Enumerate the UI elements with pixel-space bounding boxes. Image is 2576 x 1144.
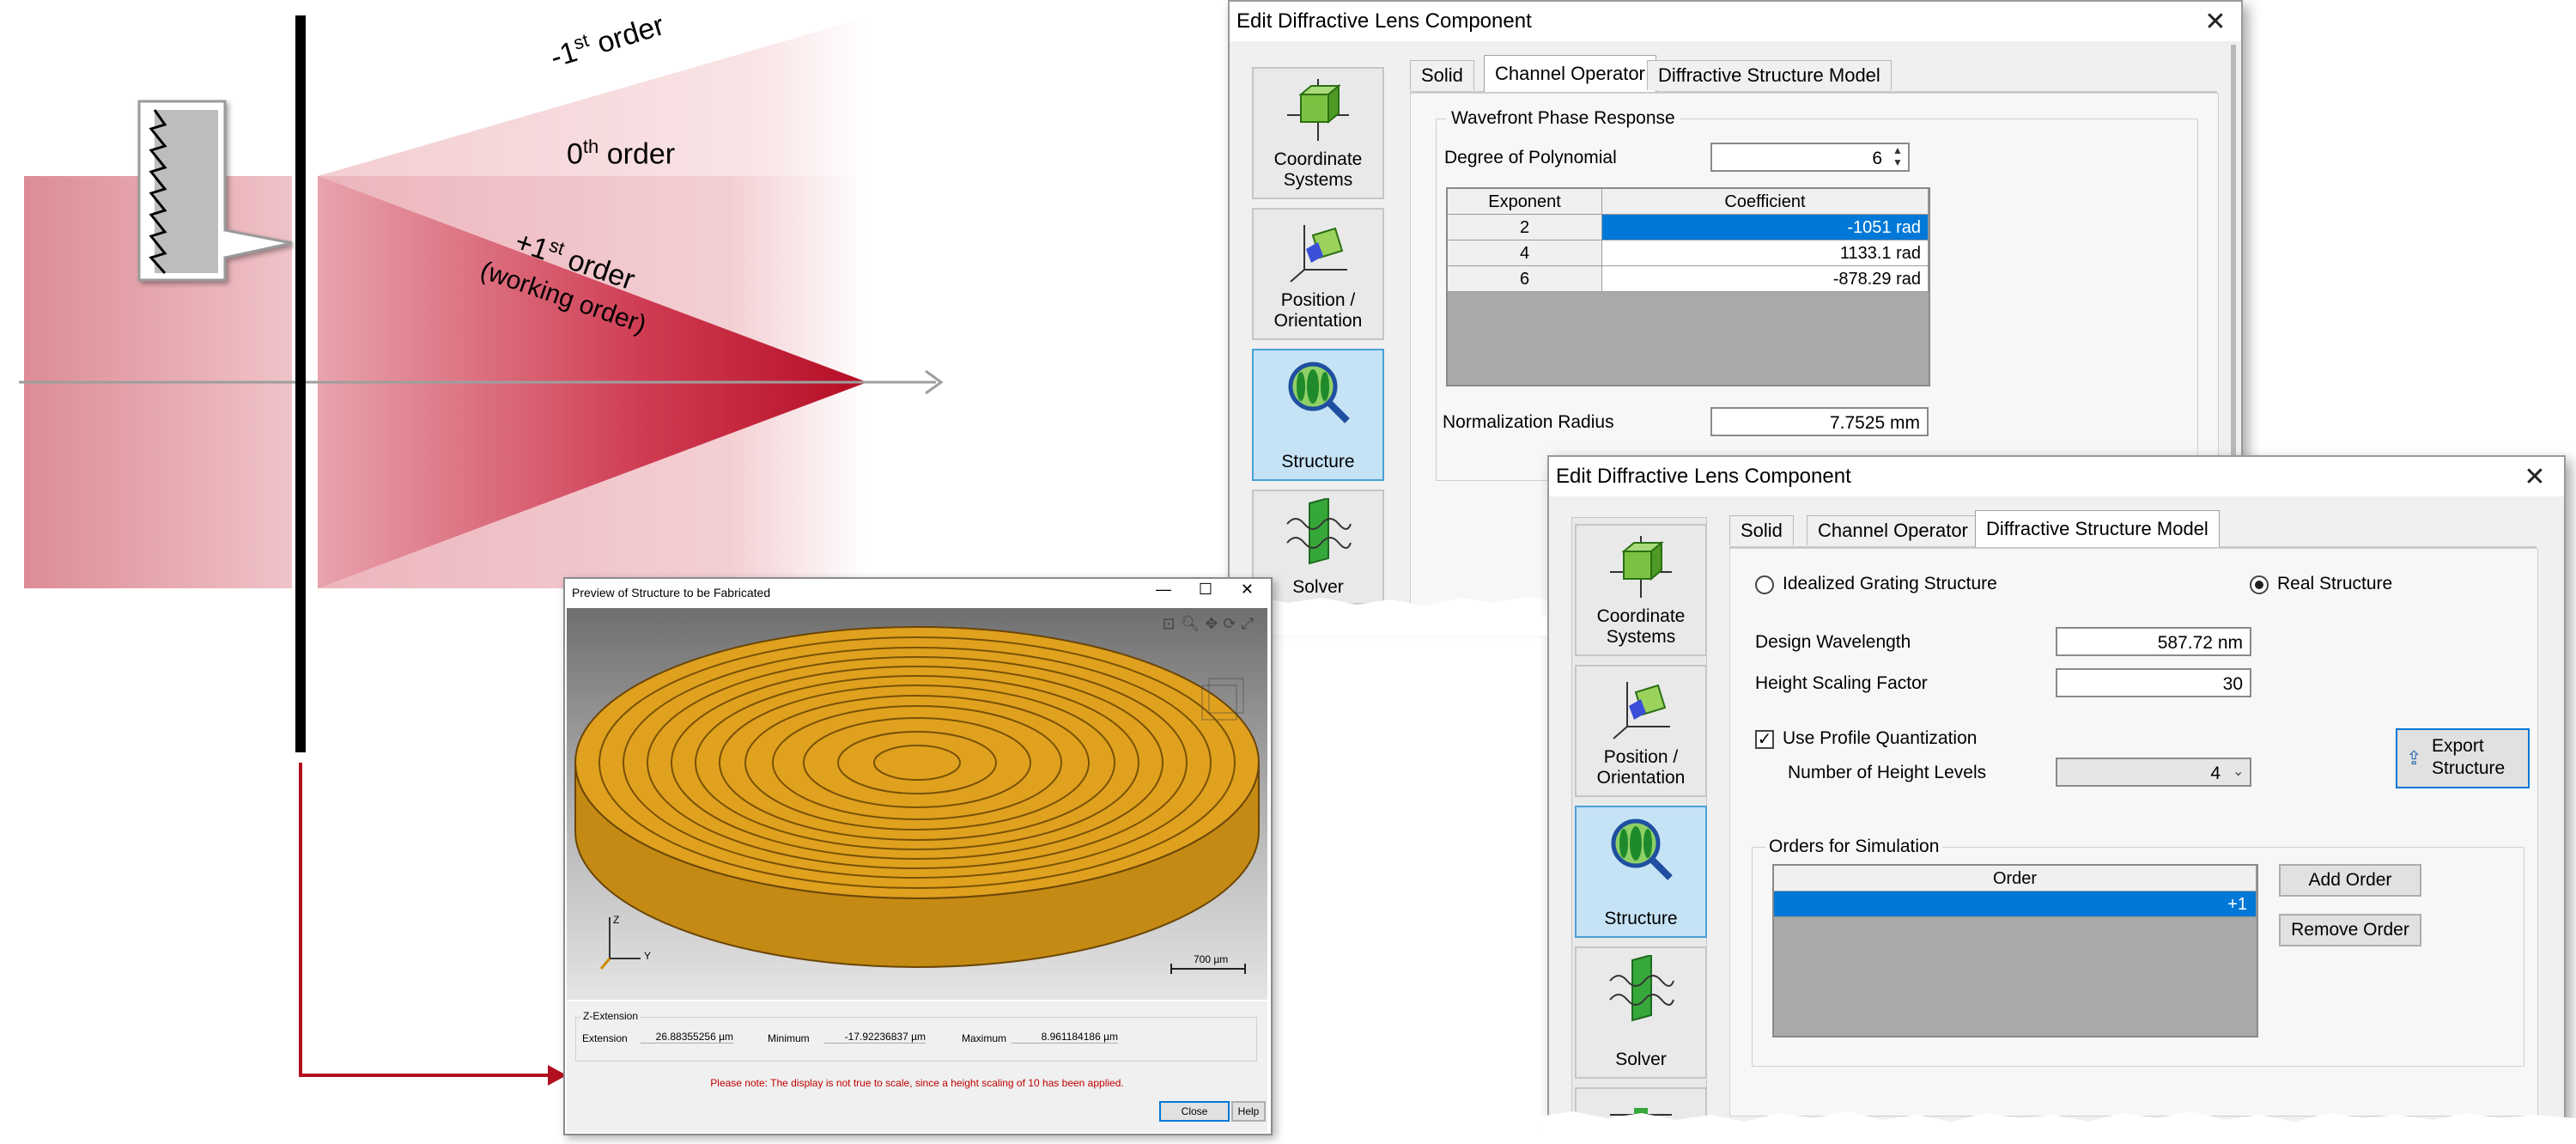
maximum-label: Maximum [962, 1032, 1007, 1044]
dialog-title: Edit Diffractive Lens Component [1549, 457, 2564, 496]
close-button[interactable]: Close [1159, 1101, 1230, 1122]
position-orientation-icon [1613, 682, 1670, 739]
minimum-label: Minimum [768, 1032, 810, 1044]
scale-bar-label: 700 µm [1194, 953, 1229, 965]
radio-idealized-grating[interactable] [1755, 575, 1774, 594]
viewport-toolbar: ⊡🔍︎✥⟳⤢ [1162, 615, 1259, 633]
extension-label: Extension [582, 1032, 628, 1044]
help-button[interactable]: Help [1231, 1101, 1266, 1122]
zoom-fit-icon[interactable]: ⊡ [1162, 615, 1180, 632]
coordinate-systems-icon [1610, 536, 1672, 598]
coefficient-cell[interactable]: -1051 rad [1602, 215, 1929, 240]
exponent-cell: 6 [1448, 266, 1602, 292]
maximize-icon[interactable]: ☐ [1199, 581, 1212, 599]
minimize-icon[interactable]: — [1156, 581, 1171, 599]
axis-z-label: Z [613, 914, 620, 926]
tab-channel-operator[interactable]: Channel Operator [1484, 55, 1656, 92]
tab-diffractive-structure-model[interactable]: Diffractive Structure Model [1975, 510, 2220, 547]
order-row[interactable]: +1 [1774, 891, 2257, 917]
chevron-down-icon[interactable]: ⌄ [2233, 763, 2244, 780]
coordinate-systems-icon [1287, 79, 1349, 141]
sidebar-item-solver[interactable]: Solver [1575, 946, 1707, 1079]
fullscreen-icon[interactable]: ⤢ [1242, 615, 1259, 632]
height-scaling-label: Height Scaling Factor [1755, 673, 1928, 693]
structure-icon [1288, 362, 1350, 423]
close-icon[interactable]: ✕ [2518, 460, 2552, 495]
coefficient-cell[interactable]: 1133.1 rad [1602, 240, 1929, 266]
rotate-icon[interactable]: ⟳ [1224, 615, 1242, 632]
exponent-cell: 4 [1448, 240, 1602, 266]
dialog-title: Edit Diffractive Lens Component [1230, 2, 2241, 41]
export-icon: ⇪ [2406, 747, 2422, 769]
sidebar-item-coordinate-systems[interactable]: Coordinate Systems [1575, 524, 1707, 656]
design-wavelength-label: Design Wavelength [1755, 632, 1911, 652]
close-icon[interactable]: ✕ [2198, 5, 2233, 40]
normalization-radius-label: Normalization Radius [1443, 412, 1614, 432]
tab-bar: Solid Channel Operator Diffractive Struc… [1729, 510, 2537, 548]
torn-edge [1539, 1111, 2576, 1144]
header-coefficient: Coefficient [1602, 189, 1929, 215]
use-profile-quantization-label: Use Profile Quantization [1783, 728, 1978, 748]
tab-solid[interactable]: Solid [1729, 515, 1794, 545]
zoom-icon[interactable]: 🔍︎ [1181, 615, 1206, 632]
coefficient-table: Exponent Coefficient 2 -1051 rad 4 1133.… [1446, 187, 1930, 386]
degree-label: Degree of Polynomial [1444, 148, 1617, 167]
label-zeroth-order: 0th order [567, 136, 676, 171]
coefficient-cell[interactable]: -878.29 rad [1602, 266, 1929, 292]
sidebar-item-position-orientation[interactable]: Position / Orientation [1575, 665, 1707, 797]
orders-header: Order [1774, 866, 2257, 891]
spin-arrows-icon[interactable]: ▲ ▼ [1887, 144, 1908, 170]
preview-window: Preview of Structure to be Fabricated — … [563, 577, 1273, 1135]
preview-title: Preview of Structure to be Fabricated [572, 586, 771, 599]
height-levels-label: Number of Height Levels [1788, 763, 1987, 782]
close-icon[interactable]: ✕ [1241, 581, 1254, 599]
sidebar-item-coordinate-systems[interactable]: Coordinate Systems [1252, 67, 1384, 199]
design-wavelength-field[interactable]: 587.72 nm [2056, 627, 2251, 656]
fabrication-arrow [299, 763, 550, 1077]
tab-diffractive-structure-model[interactable]: Diffractive Structure Model [1647, 60, 1892, 90]
lens-plane [295, 15, 306, 752]
pan-icon[interactable]: ✥ [1205, 615, 1223, 632]
tab-channel-operator[interactable]: Channel Operator [1807, 515, 1979, 545]
structure-icon [1611, 818, 1673, 880]
orders-group-title: Orders for Simulation [1765, 835, 1943, 859]
torn-edge-left [1494, 613, 1547, 636]
solver-icon [1609, 955, 1674, 1022]
remove-order-button[interactable]: Remove Order [2279, 914, 2421, 946]
z-extension-title: Z-Extension [580, 1010, 641, 1022]
degree-spinbox[interactable]: 6 [1710, 143, 1910, 172]
solver-icon [1286, 498, 1352, 565]
height-scaling-field[interactable]: 30 [2056, 668, 2251, 697]
minimum-value: -17.92236837 µm [824, 1031, 926, 1044]
sidebar-item-position-orientation[interactable]: Position / Orientation [1252, 208, 1384, 340]
use-profile-quantization-checkbox[interactable]: ✓ [1755, 730, 1774, 749]
radio-real-label: Real Structure [2277, 574, 2393, 593]
add-order-button[interactable]: Add Order [2279, 864, 2421, 897]
radio-real-structure[interactable] [2250, 575, 2269, 594]
normalization-radius-field[interactable]: 7.7525 mm [1710, 407, 1929, 436]
z-extension-panel: Z-Extension Extension 26.88355256 µm Min… [567, 1001, 1267, 1132]
header-exponent: Exponent [1448, 189, 1602, 215]
radio-idealized-label: Idealized Grating Structure [1783, 574, 1997, 593]
height-levels-dropdown[interactable]: 4 [2056, 758, 2251, 787]
tab-solid[interactable]: Solid [1410, 60, 1474, 90]
sidebar-item-structure[interactable]: Structure [1252, 349, 1384, 481]
extension-value: 26.88355256 µm [641, 1031, 733, 1044]
sidebar-item-structure[interactable]: Structure [1575, 806, 1707, 938]
orders-table: Order +1 [1772, 864, 2258, 1038]
position-orientation-icon [1290, 225, 1347, 283]
export-structure-button[interactable]: ⇪ Export Structure [2396, 728, 2530, 788]
scaling-note: Please note: The display is not true to … [710, 1077, 1124, 1089]
axis-y-label: Y [644, 950, 652, 962]
wavefront-phase-title: Wavefront Phase Response [1446, 106, 1680, 131]
exponent-cell: 2 [1448, 215, 1602, 240]
maximum-value: 8.961184186 µm [1012, 1031, 1118, 1044]
edit-diffractive-lens-dialog-2: Edit Diffractive Lens Component ✕ Coordi… [1547, 455, 2566, 1130]
tab-bar: Solid Channel Operator Diffractive Struc… [1410, 55, 2217, 93]
3d-viewport[interactable]: ⊡🔍︎✥⟳⤢ Z Y 700 µm [567, 608, 1267, 1000]
